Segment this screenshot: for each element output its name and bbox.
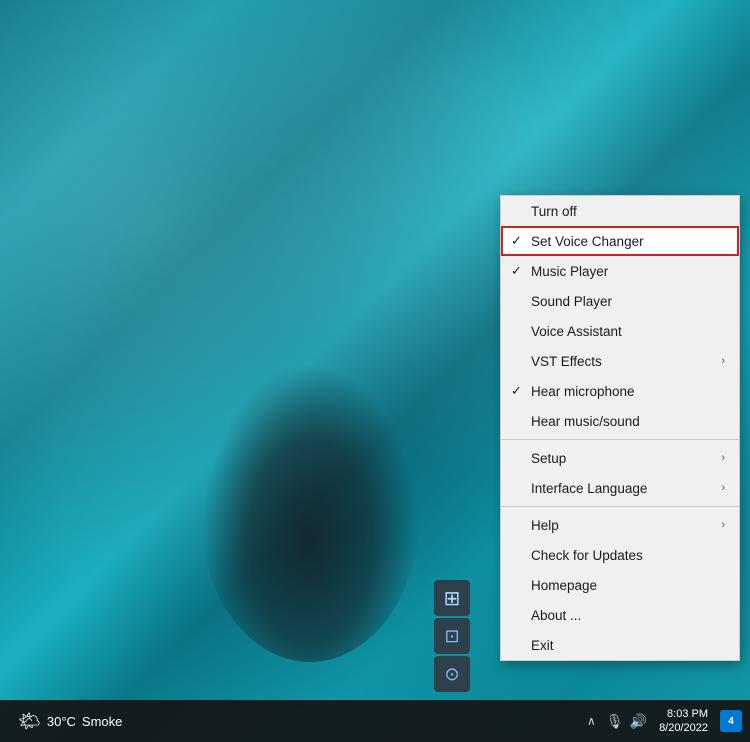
system-tray: ∧ 🎙 🔊 — [583, 712, 647, 730]
menu-label-voice-assistant: Voice Assistant — [531, 324, 725, 339]
menu-check-music-player: ✓ — [511, 263, 531, 279]
tray-icon-3[interactable]: ⊙ — [434, 656, 470, 692]
date-display: 8/20/2022 — [659, 721, 708, 735]
menu-label-exit: Exit — [531, 638, 725, 653]
menu-item-homepage[interactable]: Homepage — [501, 570, 739, 600]
notification-button[interactable]: 4 — [720, 710, 742, 732]
menu-label-check-for-updates: Check for Updates — [531, 548, 725, 563]
menu-item-sound-player[interactable]: Sound Player — [501, 286, 739, 316]
weather-icon: 🌤 — [18, 711, 41, 732]
menu-label-hear-music-sound: Hear music/sound — [531, 414, 725, 429]
menu-check-set-voice-changer: ✓ — [511, 233, 531, 249]
menu-item-interface-language[interactable]: Interface Language› — [501, 473, 739, 503]
show-hidden-icons-button[interactable]: ∧ — [583, 712, 600, 730]
menu-check-hear-microphone: ✓ — [511, 383, 531, 399]
tray-icon-1[interactable]: ⊞ — [434, 580, 470, 616]
menu-label-homepage: Homepage — [531, 578, 725, 593]
microphone-icon: 🎙 — [606, 713, 624, 730]
taskbar-right: ∧ 🎙 🔊 8:03 PM 8/20/2022 4 — [583, 707, 750, 736]
context-menu: Turn off✓Set Voice Changer✓Music PlayerS… — [500, 195, 740, 661]
menu-item-voice-assistant[interactable]: Voice Assistant — [501, 316, 739, 346]
menu-separator — [501, 506, 739, 507]
menu-item-vst-effects[interactable]: VST Effects› — [501, 346, 739, 376]
tray-icons-area: ⊞ ⊡ ⊙ — [434, 580, 470, 692]
menu-label-music-player: Music Player — [531, 264, 725, 279]
tray-icon-2[interactable]: ⊡ — [434, 618, 470, 654]
menu-arrow-vst-effects: › — [721, 355, 725, 367]
menu-label-vst-effects: VST Effects — [531, 354, 721, 369]
menu-separator — [501, 439, 739, 440]
menu-item-set-voice-changer[interactable]: ✓Set Voice Changer — [501, 226, 739, 256]
menu-arrow-help: › — [721, 519, 725, 531]
menu-label-setup: Setup — [531, 451, 721, 466]
volume-icon: 🔊 — [630, 713, 647, 730]
time-display: 8:03 PM — [659, 707, 708, 721]
menu-label-sound-player: Sound Player — [531, 294, 725, 309]
menu-label-about: About ... — [531, 608, 725, 623]
weather-area: 🌤 30°C Smoke — [8, 711, 132, 732]
menu-label-turn-off: Turn off — [531, 204, 725, 219]
temperature: 30°C — [47, 714, 76, 729]
condition: Smoke — [82, 714, 122, 729]
menu-label-set-voice-changer: Set Voice Changer — [531, 234, 725, 249]
menu-arrow-interface-language: › — [721, 482, 725, 494]
menu-item-check-for-updates[interactable]: Check for Updates — [501, 540, 739, 570]
menu-item-hear-music-sound[interactable]: Hear music/sound — [501, 406, 739, 436]
clock-area[interactable]: 8:03 PM 8/20/2022 — [651, 707, 716, 736]
menu-item-turn-off[interactable]: Turn off — [501, 196, 739, 226]
menu-item-hear-microphone[interactable]: ✓Hear microphone — [501, 376, 739, 406]
menu-item-exit[interactable]: Exit — [501, 630, 739, 660]
menu-item-about[interactable]: About ... — [501, 600, 739, 630]
menu-item-help[interactable]: Help› — [501, 510, 739, 540]
taskbar-left: 🌤 30°C Smoke — [0, 711, 583, 732]
menu-item-setup[interactable]: Setup› — [501, 443, 739, 473]
menu-label-hear-microphone: Hear microphone — [531, 384, 725, 399]
menu-label-interface-language: Interface Language — [531, 481, 721, 496]
menu-arrow-setup: › — [721, 452, 725, 464]
menu-label-help: Help — [531, 518, 721, 533]
elephant-silhouette — [200, 362, 420, 662]
taskbar: 🌤 30°C Smoke ∧ 🎙 🔊 8:03 PM 8/20/2022 4 — [0, 700, 750, 742]
menu-item-music-player[interactable]: ✓Music Player — [501, 256, 739, 286]
